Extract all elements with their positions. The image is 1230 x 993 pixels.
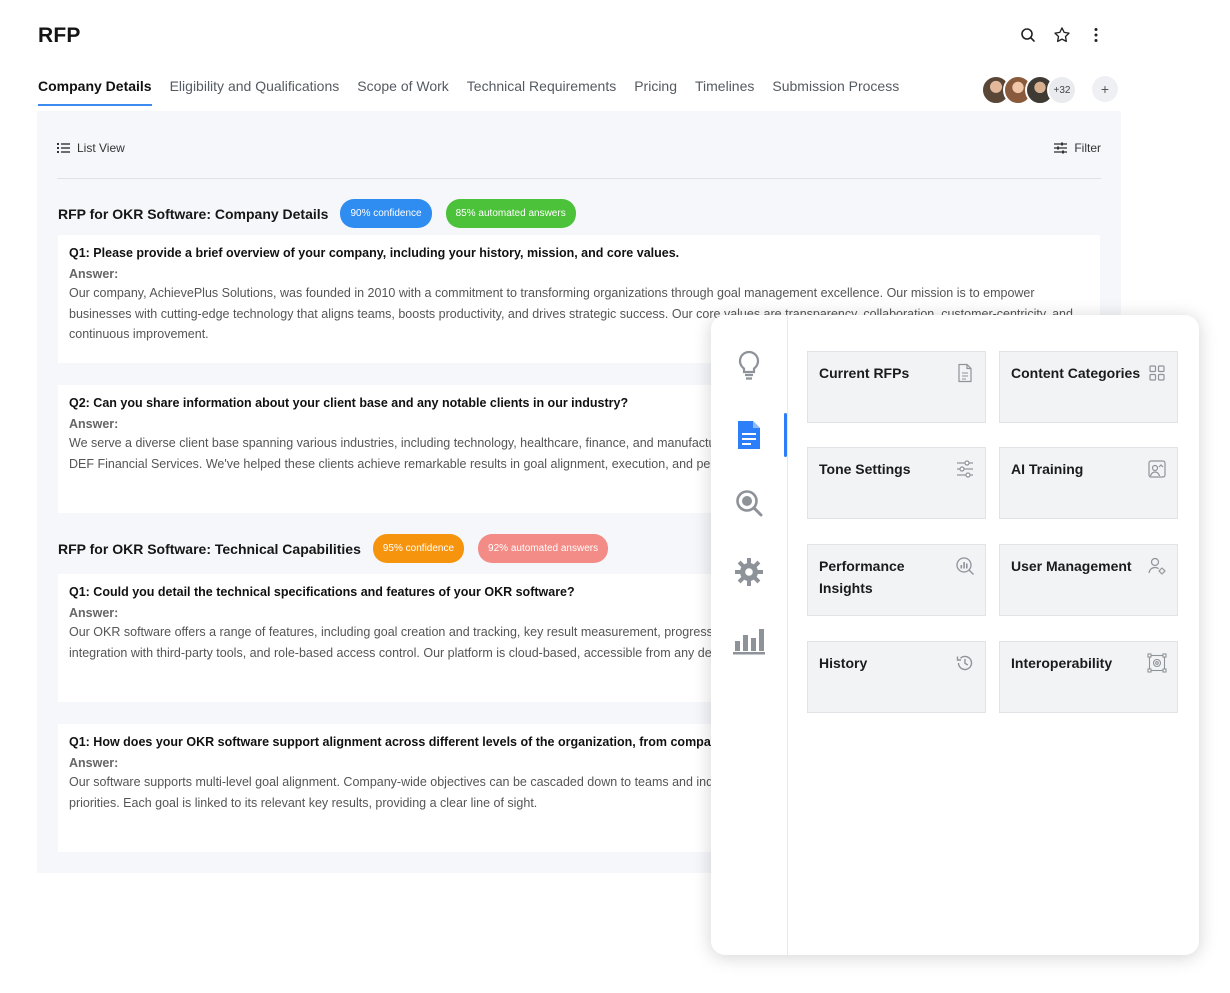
search-icon[interactable] bbox=[733, 487, 765, 519]
sliders-icon bbox=[957, 460, 973, 478]
history-icon bbox=[956, 655, 973, 671]
section-title: RFP for OKR Software: Company Details bbox=[58, 205, 329, 222]
section-header: RFP for OKR Software: Company Details 90… bbox=[58, 199, 590, 228]
lightbulb-icon[interactable] bbox=[733, 349, 765, 381]
content-toolbar: List View Filter bbox=[57, 135, 1101, 179]
star-icon[interactable] bbox=[1052, 25, 1072, 45]
tab-pricing[interactable]: Pricing bbox=[634, 78, 677, 106]
tile-label: Content Categories bbox=[1011, 365, 1141, 381]
tile-label: AI Training bbox=[1011, 461, 1084, 477]
tab-timelines[interactable]: Timelines bbox=[695, 78, 754, 106]
section-header: RFP for OKR Software: Technical Capabili… bbox=[58, 534, 622, 563]
tile-label: Current RFPs bbox=[819, 365, 910, 381]
tile-interoperability[interactable]: Interoperability bbox=[999, 641, 1178, 713]
tile-tone-settings[interactable]: Tone Settings bbox=[807, 447, 986, 519]
tools-panel: Current RFPs Content Categories Tone Set… bbox=[711, 315, 1199, 955]
tile-ai-training[interactable]: AI Training bbox=[999, 447, 1178, 519]
tile-label: Interoperability bbox=[1011, 655, 1113, 671]
tab-scope-of-work[interactable]: Scope of Work bbox=[357, 78, 449, 106]
question-text: Q1: Please provide a brief overview of y… bbox=[69, 246, 680, 260]
tile-user-management[interactable]: User Management bbox=[999, 544, 1178, 616]
user-gear-icon bbox=[1148, 557, 1166, 575]
search-chart-icon bbox=[956, 557, 974, 575]
section-title: RFP for OKR Software: Technical Capabili… bbox=[58, 540, 361, 557]
avatar-overflow-count: +32 bbox=[1047, 75, 1077, 105]
list-view-toggle[interactable]: List View bbox=[57, 141, 125, 155]
tile-performance-insights[interactable]: Performance Insights bbox=[807, 544, 986, 616]
tile-label: History bbox=[819, 655, 868, 671]
tile-label: Tone Settings bbox=[819, 461, 911, 477]
tile-label: Performance Insights bbox=[819, 558, 905, 596]
tile-current-rfps[interactable]: Current RFPs bbox=[807, 351, 986, 423]
tab-company-details[interactable]: Company Details bbox=[38, 78, 152, 106]
tab-bar: Company Details Eligibility and Qualific… bbox=[38, 78, 899, 106]
tab-technical-requirements[interactable]: Technical Requirements bbox=[467, 78, 616, 106]
collaborator-avatars[interactable]: +32 bbox=[981, 75, 1077, 105]
integration-icon bbox=[1147, 653, 1167, 673]
filter-button[interactable]: Filter bbox=[1054, 141, 1101, 155]
page-title: RFP bbox=[38, 24, 81, 47]
document-outline-icon bbox=[958, 363, 972, 383]
tile-label: User Management bbox=[1011, 558, 1132, 574]
document-icon[interactable] bbox=[733, 419, 765, 451]
tile-history[interactable]: History bbox=[807, 641, 986, 713]
answer-label: Answer: bbox=[69, 267, 119, 281]
gear-icon[interactable] bbox=[733, 556, 765, 588]
bar-chart-icon[interactable] bbox=[733, 625, 765, 657]
grid-icon bbox=[1149, 365, 1165, 381]
confidence-badge: 95% confidence bbox=[372, 534, 465, 563]
automated-answers-badge: 92% automated answers bbox=[478, 534, 609, 563]
automated-answers-badge: 85% automated answers bbox=[445, 199, 576, 228]
filter-sliders-icon bbox=[1054, 142, 1068, 154]
panel-icon-rail bbox=[711, 315, 788, 955]
tab-submission-process[interactable]: Submission Process bbox=[772, 78, 899, 106]
list-icon bbox=[57, 143, 70, 153]
search-icon[interactable] bbox=[1018, 25, 1038, 45]
add-collaborator-button[interactable]: + bbox=[1092, 76, 1118, 102]
confidence-badge: 90% confidence bbox=[340, 199, 432, 228]
tab-eligibility[interactable]: Eligibility and Qualifications bbox=[170, 78, 340, 106]
active-rail-indicator bbox=[784, 413, 787, 457]
tile-content-categories[interactable]: Content Categories bbox=[999, 351, 1178, 423]
more-vertical-icon[interactable] bbox=[1086, 25, 1106, 45]
list-view-label: List View bbox=[77, 141, 125, 155]
header-actions bbox=[1018, 25, 1106, 45]
user-chart-icon bbox=[1148, 460, 1166, 478]
filter-label: Filter bbox=[1074, 141, 1101, 155]
